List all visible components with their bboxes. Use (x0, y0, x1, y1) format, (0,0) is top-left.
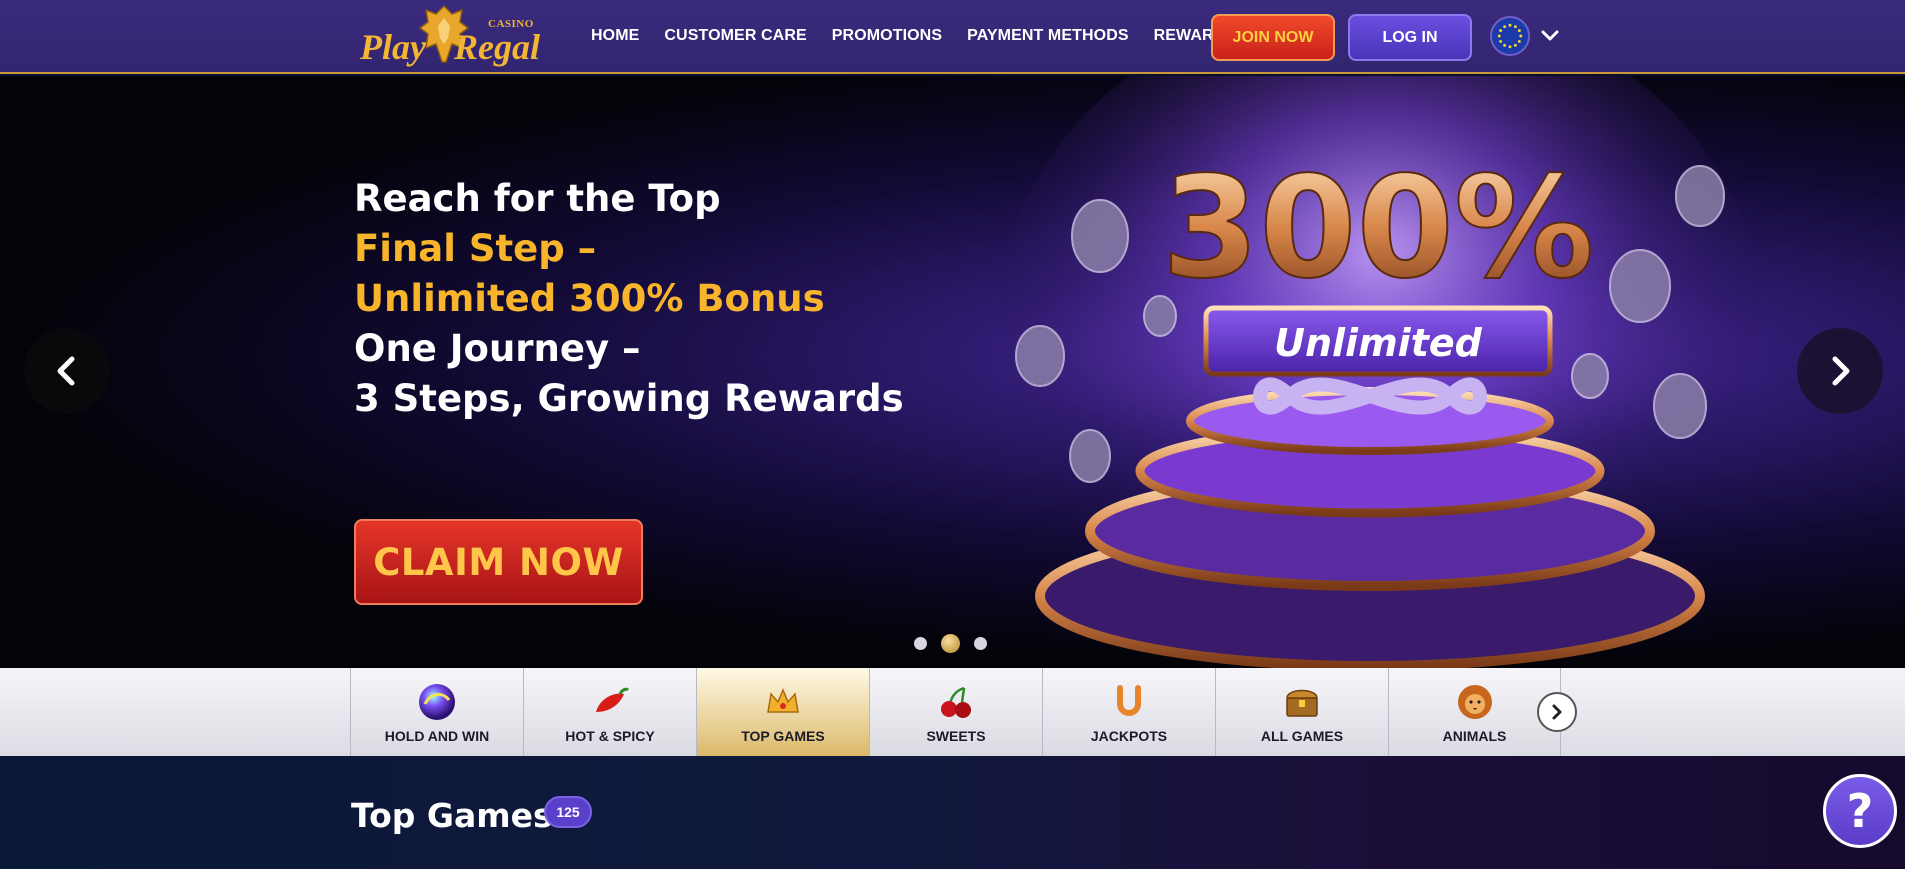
category-label: JACKPOTS (1090, 728, 1168, 744)
category-sweets[interactable]: SWEETS (869, 668, 1042, 756)
horseshoe-icon (1117, 685, 1141, 716)
nav-payment-methods[interactable]: PAYMENT METHODS (967, 27, 1129, 45)
hero-line-1: Reach for the Top (354, 177, 721, 220)
log-in-button[interactable]: LOG IN (1348, 14, 1472, 61)
category-jackpots[interactable]: JACKPOTS (1042, 668, 1215, 756)
chevron-down-icon[interactable] (1540, 26, 1560, 46)
orb-icon (419, 684, 455, 720)
treasure-chest-icon (1286, 689, 1318, 717)
hero-art-300-text: 300% (1162, 147, 1595, 310)
category-label: HOT & SPICY (565, 728, 655, 744)
eu-flag-icon[interactable] (1490, 16, 1530, 56)
nav-promotions[interactable]: PROMOTIONS (832, 27, 942, 45)
category-bar: HOLD AND WIN HOT & SPICY TOP GAMES SWEET… (0, 668, 1905, 763)
category-top-games[interactable]: TOP GAMES (696, 668, 869, 763)
bonus-300-artwork: Unlimited 300% (1000, 76, 1760, 668)
category-hot-and-spicy[interactable]: HOT & SPICY (523, 668, 696, 756)
category-animals[interactable]: ANIMALS (1388, 668, 1561, 756)
join-now-button[interactable]: JOIN NOW (1211, 14, 1335, 61)
games-count-badge: 125 (544, 796, 592, 828)
hero-art-banner-text: Unlimited (1274, 321, 1483, 365)
category-tabs: HOLD AND WIN HOT & SPICY TOP GAMES SWEET… (350, 668, 1561, 763)
nav-home[interactable]: HOME (591, 27, 639, 45)
chili-icon (596, 687, 630, 712)
carousel-prev-button[interactable] (24, 328, 110, 414)
category-label: ANIMALS (1442, 728, 1507, 744)
logo-play-text: Play (360, 27, 426, 67)
claim-now-button[interactable]: CLAIM NOW (354, 519, 643, 605)
carousel-dot-3[interactable] (974, 637, 987, 650)
category-label: HOLD AND WIN (384, 728, 490, 744)
carousel-dot-1[interactable] (914, 637, 927, 650)
logo-regal-text: Regal (454, 27, 540, 67)
chevron-right-icon (1552, 704, 1562, 720)
category-all-games[interactable]: ALL GAMES (1215, 668, 1388, 756)
section-title: Top Games (351, 796, 553, 835)
hero-banner: Unlimited 300% Reach for the Top Final S… (0, 76, 1905, 668)
hero-line-2: Final Step – (354, 227, 597, 270)
carousel-dot-2[interactable] (941, 634, 960, 653)
crown-icon (767, 688, 799, 713)
site-header: CASINO Play Regal HOME CUSTOMER CARE PRO… (0, 0, 1905, 74)
category-label: ALL GAMES (1260, 728, 1344, 744)
cherry-icon (941, 686, 971, 718)
lion-icon (1457, 685, 1492, 719)
main-nav: HOME CUSTOMER CARE PROMOTIONS PAYMENT ME… (591, 27, 1261, 45)
category-hold-and-win[interactable]: HOLD AND WIN (350, 668, 523, 756)
category-label: TOP GAMES (741, 728, 825, 744)
logo[interactable]: CASINO Play Regal (358, 4, 544, 70)
chevron-left-icon (57, 356, 75, 386)
nav-customer-care[interactable]: CUSTOMER CARE (664, 27, 806, 45)
top-games-section: Top Games 125 (0, 756, 1905, 869)
chevron-right-icon (1832, 356, 1850, 386)
carousel-dots (914, 634, 987, 653)
hero-line-5: 3 Steps, Growing Rewards (354, 377, 904, 420)
hero-line-4: One Journey – (354, 327, 641, 370)
hero-headline: Reach for the Top Final Step – Unlimited… (354, 174, 904, 424)
category-label: SWEETS (926, 728, 986, 744)
hero-line-3: Unlimited 300% Bonus (354, 277, 825, 320)
carousel-next-button[interactable] (1797, 328, 1883, 414)
category-next-button[interactable] (1537, 692, 1577, 732)
help-button[interactable]: ? (1823, 774, 1897, 848)
